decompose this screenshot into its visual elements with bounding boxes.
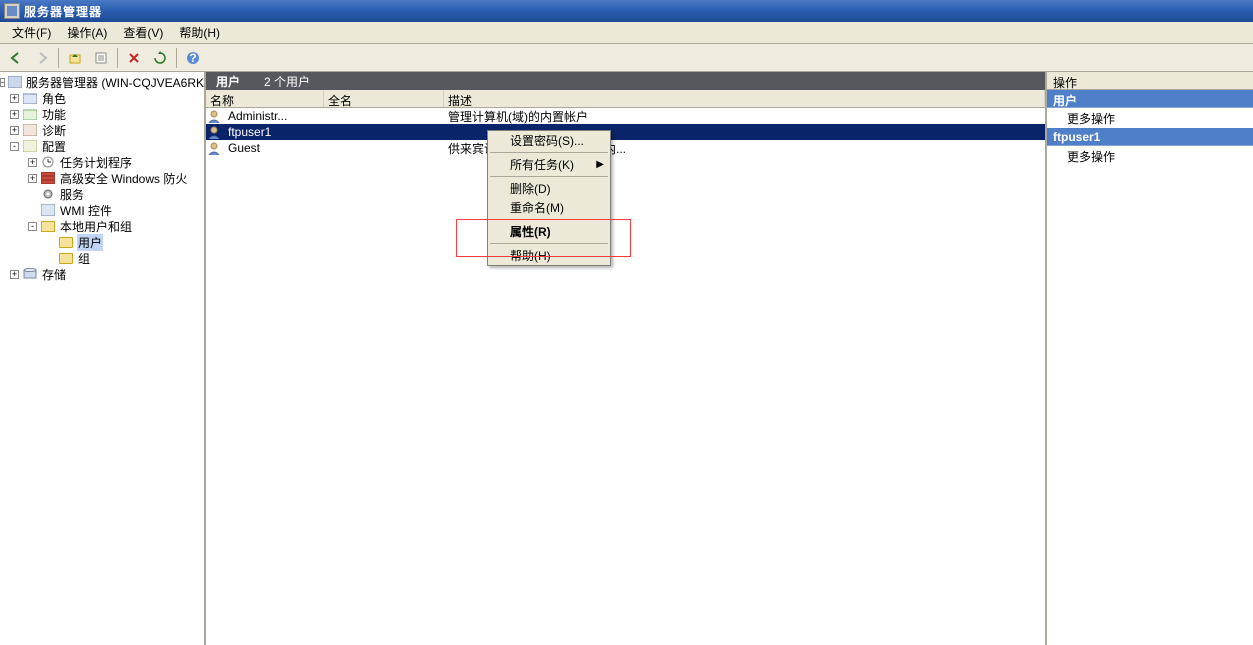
actions-more-selected[interactable]: 更多操作 — [1047, 146, 1253, 166]
actions-more-users[interactable]: 更多操作 — [1047, 108, 1253, 128]
tree-roles[interactable]: + 角色 — [0, 90, 204, 106]
list-header: 名称 全名 描述 — [206, 90, 1045, 108]
main-area: - 服务器管理器 (WIN-CQJVEA6RKR + 角色 + 功能 + 诊断 … — [0, 72, 1253, 645]
roles-icon — [22, 91, 38, 105]
ctx-help[interactable]: 帮助(H) — [488, 246, 610, 265]
list-row-ftpuser1[interactable]: ftpuser1 — [206, 124, 1045, 140]
tree-firewall[interactable]: + 高级安全 Windows 防火 — [0, 170, 204, 186]
back-button[interactable] — [4, 47, 28, 69]
window-title: 服务器管理器 — [24, 3, 102, 20]
clock-icon — [40, 155, 56, 169]
firewall-icon — [40, 171, 56, 185]
menu-file[interactable]: 文件(F) — [6, 22, 57, 43]
menubar: 文件(F) 操作(A) 查看(V) 帮助(H) — [0, 22, 1253, 44]
ctx-sep — [490, 152, 608, 153]
actions-pane: 操作 用户 更多操作 ftpuser1 更多操作 — [1045, 72, 1253, 645]
folder-icon — [58, 251, 74, 265]
ctx-delete[interactable]: 删除(D) — [488, 179, 610, 198]
actions-section-selected: ftpuser1 — [1047, 128, 1253, 146]
ctx-properties[interactable]: 属性(R) — [488, 222, 610, 241]
menu-view[interactable]: 查看(V) — [117, 22, 169, 43]
expand-icon[interactable]: - — [28, 222, 37, 231]
diag-icon — [22, 123, 38, 137]
cell-name: Guest — [224, 141, 324, 155]
svg-text:?: ? — [189, 51, 196, 65]
ctx-sep — [490, 219, 608, 220]
ctx-rename[interactable]: 重命名(M) — [488, 198, 610, 217]
folder-icon — [58, 235, 74, 249]
tree-diag[interactable]: + 诊断 — [0, 122, 204, 138]
user-icon — [206, 109, 222, 123]
actions-section-users: 用户 — [1047, 90, 1253, 108]
no-expand — [28, 190, 37, 199]
titlebar: 服务器管理器 — [0, 0, 1253, 22]
expand-icon[interactable]: + — [28, 174, 37, 183]
center-pane: 用户 2 个用户 名称 全名 描述 Administr... 管理计算机(域)的… — [206, 72, 1045, 645]
server-icon — [8, 75, 22, 89]
toolbar-sep — [58, 48, 59, 68]
center-count: 2 个用户 — [264, 73, 310, 90]
tree-storage[interactable]: + 存储 — [0, 266, 204, 282]
col-desc[interactable]: 描述 — [444, 90, 1045, 107]
delete-button[interactable] — [122, 47, 146, 69]
folder-icon — [40, 219, 56, 233]
wmi-icon — [40, 203, 56, 217]
list-row-guest[interactable]: Guest 供来宾访问计算机或访问域的内... — [206, 140, 1045, 156]
col-name[interactable]: 名称 — [206, 90, 324, 107]
chevron-right-icon: ▶ — [596, 159, 604, 170]
features-icon — [22, 107, 38, 121]
ctx-sep — [490, 176, 608, 177]
up-button[interactable] — [63, 47, 87, 69]
config-icon — [22, 139, 38, 153]
tree-features[interactable]: + 功能 — [0, 106, 204, 122]
no-expand — [46, 238, 55, 247]
tree-task[interactable]: + 任务计划程序 — [0, 154, 204, 170]
expand-icon[interactable]: + — [10, 94, 19, 103]
expand-icon[interactable]: + — [10, 126, 19, 135]
context-menu: 设置密码(S)... 所有任务(K)▶ 删除(D) 重命名(M) 属性(R) 帮… — [487, 130, 611, 266]
list-row-administrator[interactable]: Administr... 管理计算机(域)的内置帐户 — [206, 108, 1045, 124]
forward-button[interactable] — [30, 47, 54, 69]
tree-wmi[interactable]: WMI 控件 — [0, 202, 204, 218]
cell-desc: 管理计算机(域)的内置帐户 — [444, 108, 1045, 125]
expand-icon[interactable]: - — [0, 78, 5, 87]
ctx-set-password[interactable]: 设置密码(S)... — [488, 131, 610, 150]
storage-icon — [22, 267, 38, 281]
menu-action[interactable]: 操作(A) — [61, 22, 113, 43]
no-expand — [46, 254, 55, 263]
refresh-button[interactable] — [148, 47, 172, 69]
user-icon — [206, 125, 222, 139]
actions-header: 操作 — [1047, 72, 1253, 90]
expand-icon[interactable]: + — [28, 158, 37, 167]
no-expand — [28, 206, 37, 215]
col-fullname[interactable]: 全名 — [324, 90, 444, 107]
app-icon — [4, 3, 20, 19]
center-header: 用户 2 个用户 — [206, 72, 1045, 90]
expand-icon[interactable]: + — [10, 110, 19, 119]
tree-localusers[interactable]: - 本地用户和组 — [0, 218, 204, 234]
ctx-all-tasks[interactable]: 所有任务(K)▶ — [488, 155, 610, 174]
expand-icon[interactable]: + — [10, 270, 19, 279]
help-button[interactable]: ? — [181, 47, 205, 69]
tree-config[interactable]: - 配置 — [0, 138, 204, 154]
tree-pane: - 服务器管理器 (WIN-CQJVEA6RKR + 角色 + 功能 + 诊断 … — [0, 72, 206, 645]
expand-icon[interactable]: - — [10, 142, 19, 151]
tree-groups[interactable]: 组 — [0, 250, 204, 266]
cell-name: Administr... — [224, 109, 324, 123]
toolbar-sep3 — [176, 48, 177, 68]
toolbar-sep2 — [117, 48, 118, 68]
menu-help[interactable]: 帮助(H) — [173, 22, 226, 43]
properties-button[interactable] — [89, 47, 113, 69]
tree-services[interactable]: 服务 — [0, 186, 204, 202]
user-icon — [206, 141, 222, 155]
toolbar: ? — [0, 44, 1253, 72]
gear-icon — [40, 187, 56, 201]
tree-root[interactable]: - 服务器管理器 (WIN-CQJVEA6RKR — [0, 74, 204, 90]
center-title: 用户 — [216, 73, 240, 90]
tree: - 服务器管理器 (WIN-CQJVEA6RKR + 角色 + 功能 + 诊断 … — [0, 72, 204, 284]
tree-users[interactable]: 用户 — [0, 234, 204, 250]
ctx-sep — [490, 243, 608, 244]
